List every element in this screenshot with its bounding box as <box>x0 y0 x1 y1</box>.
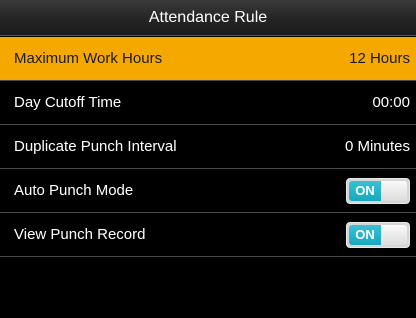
settings-list: Maximum Work Hours 12 Hours Day Cutoff T… <box>0 37 416 257</box>
setting-row-auto-punch-mode[interactable]: Auto Punch Mode ON <box>0 169 416 213</box>
title-bar: Attendance Rule <box>0 0 416 36</box>
setting-value: 00:00 <box>372 94 410 111</box>
toggle-on-label: ON <box>349 224 381 245</box>
view-punch-record-toggle[interactable]: ON <box>346 221 410 248</box>
toggle-knob <box>381 180 407 201</box>
setting-label: View Punch Record <box>14 226 146 243</box>
toggle-knob <box>381 224 407 245</box>
setting-label: Auto Punch Mode <box>14 182 134 199</box>
setting-row-view-punch-record[interactable]: View Punch Record ON <box>0 213 416 257</box>
setting-row-day-cutoff-time[interactable]: Day Cutoff Time 00:00 <box>0 81 416 125</box>
setting-label: Day Cutoff Time <box>14 94 122 111</box>
setting-label: Maximum Work Hours <box>14 50 163 67</box>
toggle-on-label: ON <box>349 180 381 201</box>
setting-value: 12 Hours <box>349 50 410 67</box>
setting-row-maximum-work-hours[interactable]: Maximum Work Hours 12 Hours <box>0 37 416 81</box>
attendance-rule-screen: Attendance Rule Maximum Work Hours 12 Ho… <box>0 0 416 318</box>
page-title: Attendance Rule <box>148 8 268 26</box>
setting-value: 0 Minutes <box>344 138 410 155</box>
auto-punch-mode-toggle[interactable]: ON <box>346 177 410 204</box>
setting-label: Duplicate Punch Interval <box>14 138 177 155</box>
setting-row-duplicate-punch-interval[interactable]: Duplicate Punch Interval 0 Minutes <box>0 125 416 169</box>
